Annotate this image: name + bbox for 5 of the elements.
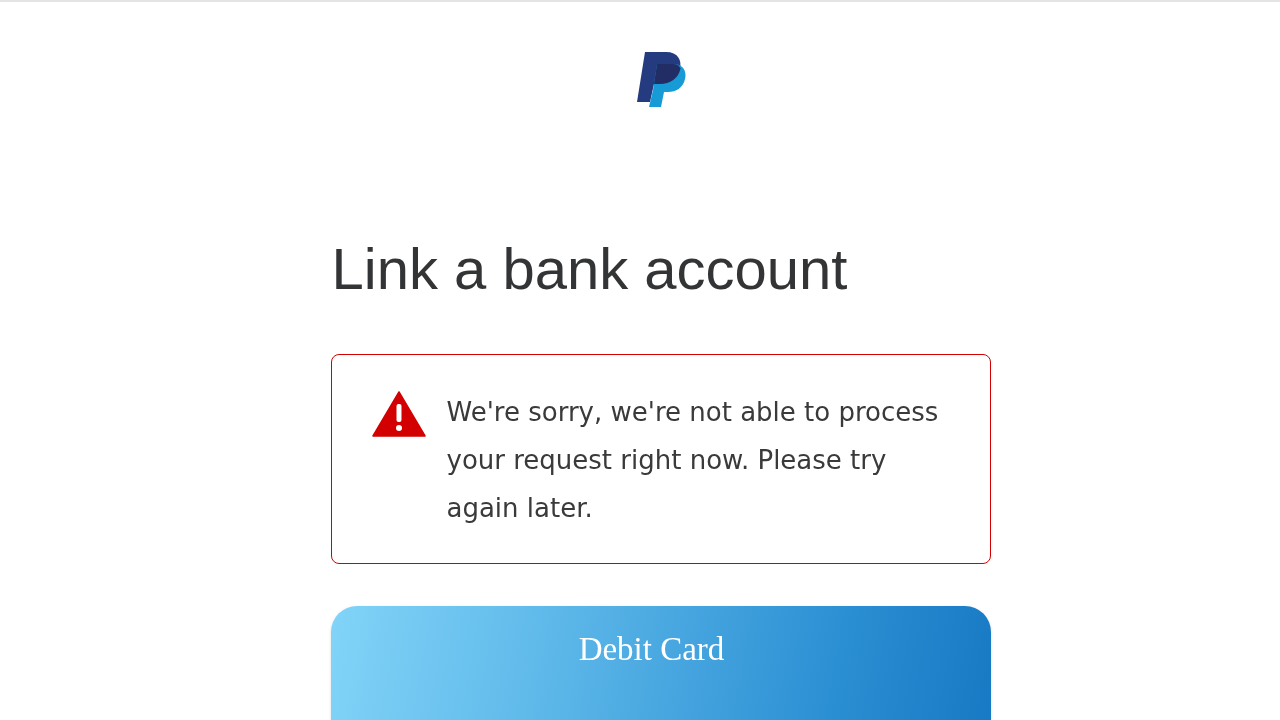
logo-icon [635,50,686,108]
warning-icon [371,391,426,437]
debit-card-option[interactable]: Debit Card [330,606,991,720]
page-heading: Link a bank account [330,236,848,302]
alert-message: We're sorry, we're not able to process your request right now. Please try again later. [446,396,940,525]
